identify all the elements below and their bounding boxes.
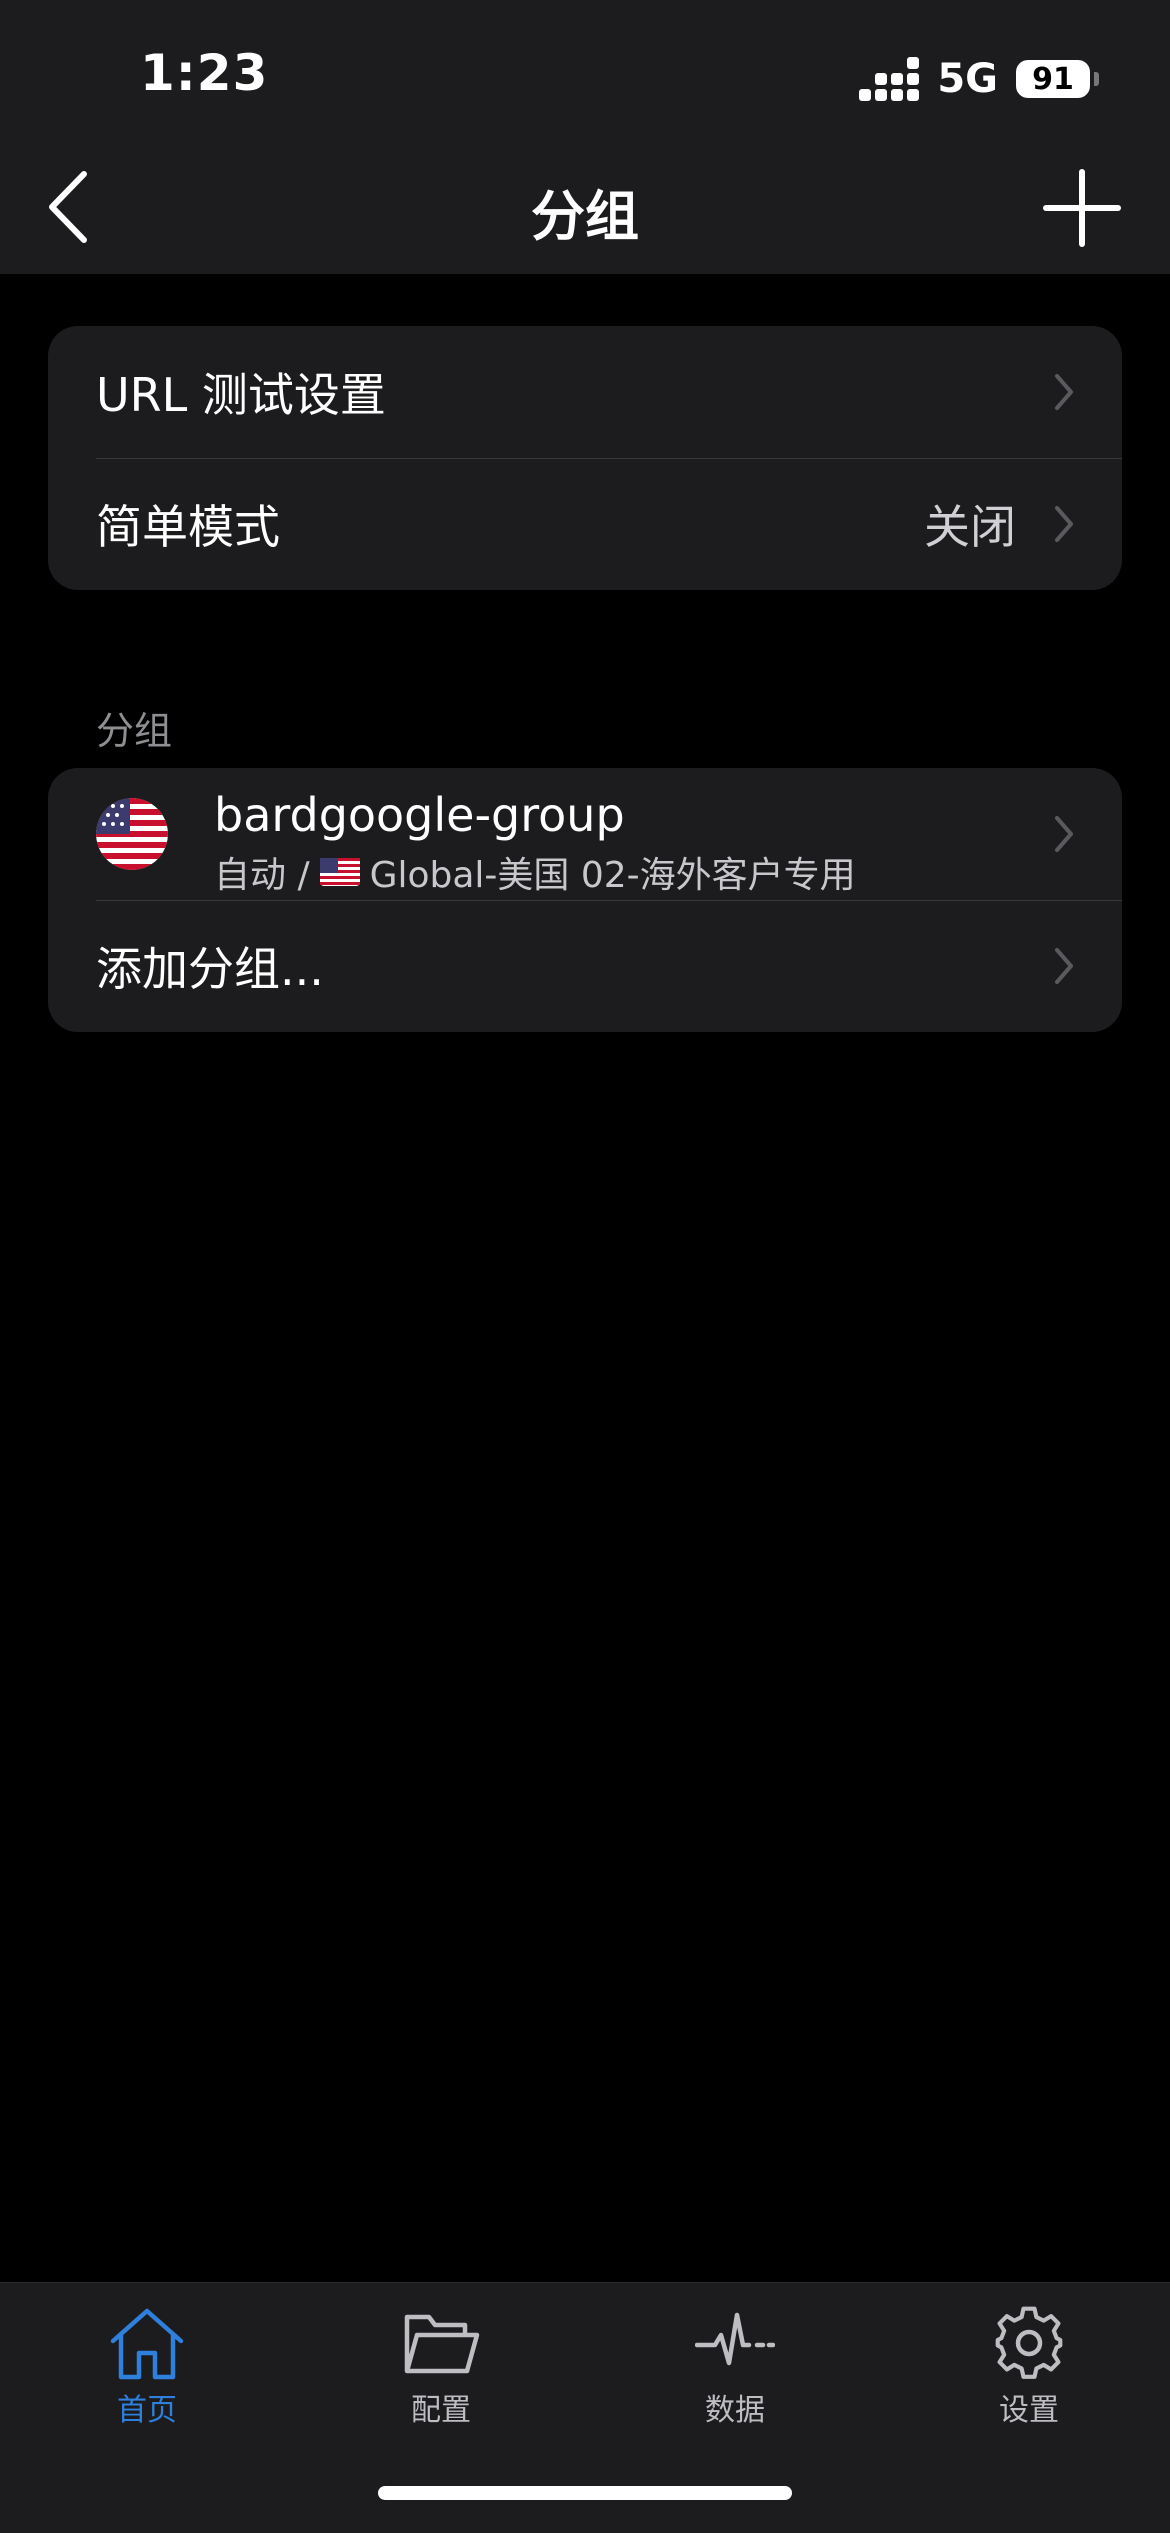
signal-icon: [859, 57, 920, 101]
tab-label: 数据: [705, 2393, 765, 2428]
chevron-right-icon: [1055, 506, 1073, 542]
us-flag-icon: [319, 858, 360, 886]
tab-label: 设置: [999, 2393, 1059, 2428]
add-group-row[interactable]: 添加分组...: [48, 900, 1122, 1032]
tab-label: 首页: [117, 2393, 177, 2428]
group-row[interactable]: bardgoogle-group 自动 / Global-美国 02-海外客户专…: [48, 768, 1122, 900]
activity-icon: [695, 2312, 775, 2366]
status-time: 1:23: [140, 44, 269, 102]
add-group-label: 添加分组...: [96, 942, 324, 996]
status-indicators: 5G 91: [859, 56, 1099, 102]
chevron-right-icon: [1055, 374, 1073, 410]
battery-level: 91: [1032, 61, 1074, 97]
tab-home[interactable]: 首页: [57, 2305, 237, 2429]
tab-settings[interactable]: 设置: [939, 2305, 1119, 2429]
section-header: 分组: [96, 709, 173, 753]
groups-card: bardgoogle-group 自动 / Global-美国 02-海外客户专…: [48, 768, 1122, 1032]
tab-label: 配置: [411, 2393, 471, 2428]
home-indicator: [378, 2486, 792, 2500]
status-bar: 1:23 5G 91: [0, 0, 1170, 140]
url-test-settings-row[interactable]: URL 测试设置: [48, 326, 1122, 458]
row-value: 关闭: [924, 500, 1016, 554]
tab-data[interactable]: 数据: [645, 2305, 825, 2429]
navigation-bar: 分组: [0, 140, 1170, 274]
page-title: 分组: [531, 185, 639, 248]
group-detail: 自动 / Global-美国 02-海外客户专用: [214, 846, 856, 898]
home-icon: [110, 2308, 184, 2380]
group-name: bardgoogle-group: [214, 788, 625, 842]
row-label: 简单模式: [96, 500, 280, 554]
folder-icon: [404, 2314, 480, 2374]
chevron-right-icon: [1055, 816, 1073, 852]
simple-mode-row[interactable]: 简单模式 关闭: [48, 458, 1122, 590]
us-flag-icon: [96, 798, 168, 870]
battery-icon: 91: [1016, 60, 1099, 98]
gear-icon: [995, 2306, 1063, 2379]
settings-card: URL 测试设置 简单模式 关闭: [48, 326, 1122, 590]
group-node: Global-美国 02-海外客户专用: [369, 855, 856, 896]
tab-config[interactable]: 配置: [351, 2305, 531, 2429]
group-mode: 自动 /: [214, 855, 310, 896]
chevron-right-icon: [1055, 948, 1073, 984]
network-type: 5G: [937, 56, 998, 102]
plus-icon[interactable]: [1042, 168, 1122, 248]
row-label: URL 测试设置: [96, 368, 386, 422]
